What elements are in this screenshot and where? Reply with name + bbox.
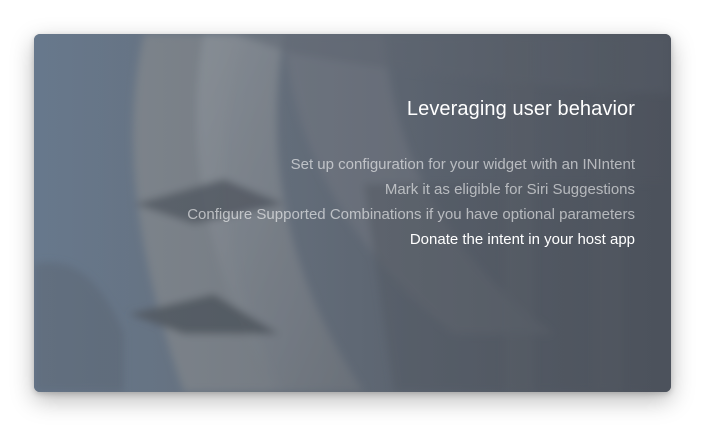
step-item-configuration: Set up configuration for your widget wit… (290, 156, 635, 173)
steps-list: Set up configuration for your widget wit… (75, 152, 635, 252)
page: Leveraging user behavior Set up configur… (0, 0, 705, 426)
slide-content: Leveraging user behavior Set up configur… (75, 96, 635, 252)
slide-card: Leveraging user behavior Set up configur… (34, 34, 671, 392)
step-item-donate-intent: Donate the intent in your host app (409, 231, 635, 248)
slide-title: Leveraging user behavior (406, 98, 635, 120)
step-item-supported-combinations: Configure Supported Combinations if you … (187, 206, 635, 223)
step-item-siri-suggestions: Mark it as eligible for Siri Suggestions (384, 181, 635, 198)
